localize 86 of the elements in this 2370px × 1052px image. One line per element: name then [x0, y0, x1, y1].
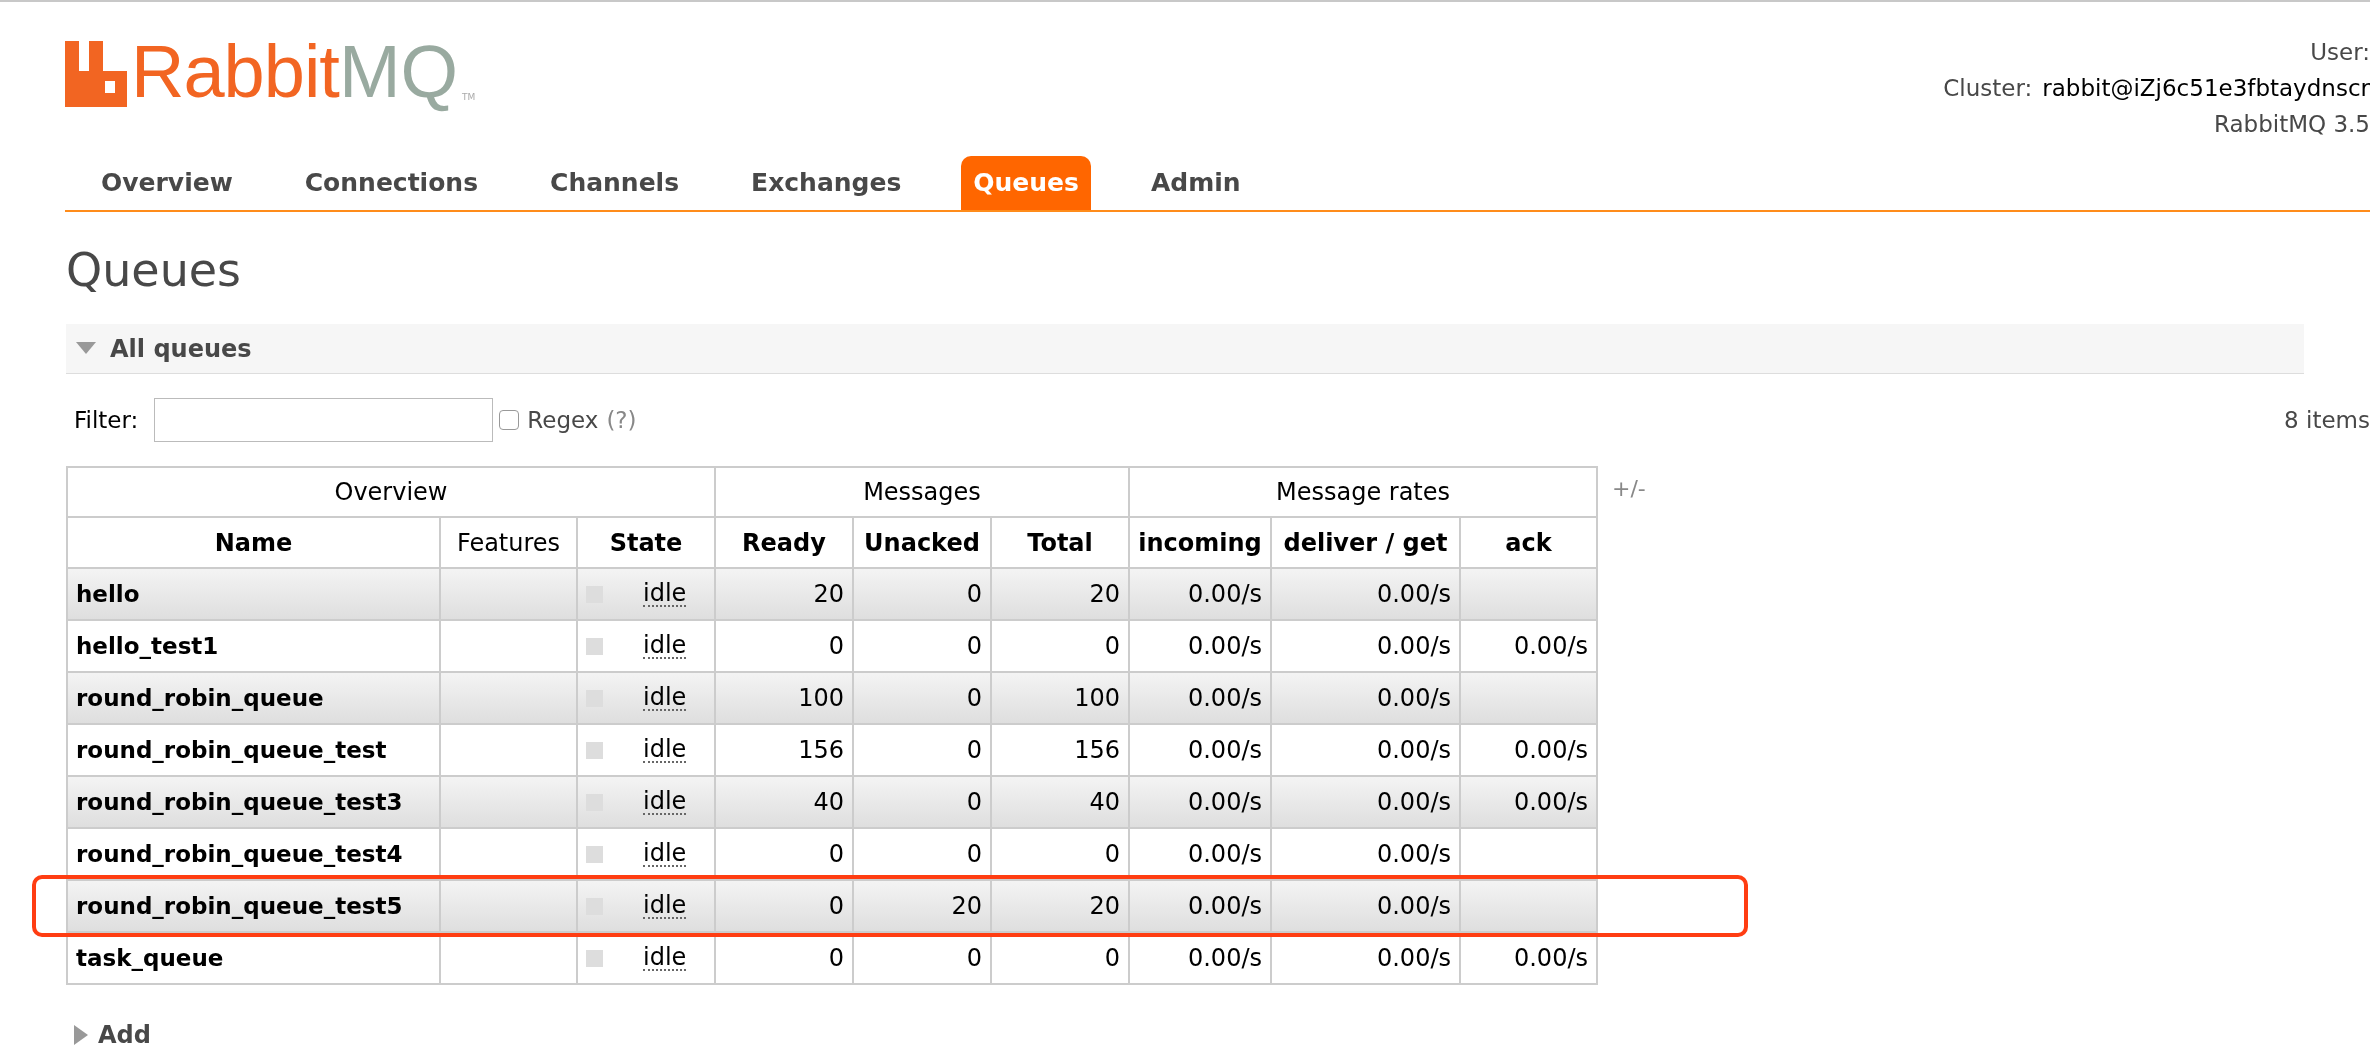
user-label: User:: [2310, 38, 2370, 67]
state-text: idle: [643, 633, 687, 659]
table-value: 0: [966, 684, 982, 712]
table-value: 0.00/s: [1376, 736, 1451, 764]
state-text: idle: [643, 737, 687, 763]
table-value: 0.00/s: [1376, 788, 1451, 816]
table-value: 20: [1089, 892, 1120, 920]
state-text: idle: [643, 893, 687, 919]
logo-text: Rabbit: [131, 32, 339, 112]
group-header: Message rates: [1129, 467, 1597, 517]
page-title: Queues: [66, 242, 243, 299]
table-value: 0.00/s: [1187, 892, 1262, 920]
table-value: 0.00/s: [1376, 632, 1451, 660]
state-text: idle: [643, 945, 687, 971]
triangle-icon: [74, 1025, 88, 1045]
table-value: 0: [1104, 944, 1120, 972]
table-value: 100: [1074, 684, 1120, 712]
table-value: 0: [966, 580, 982, 608]
table-value: 0: [966, 944, 982, 972]
table-value: 0: [966, 788, 982, 816]
table-value: 0: [828, 944, 844, 972]
nav-tab[interactable]: Exchanges: [739, 156, 914, 210]
state-square-icon: [586, 845, 603, 863]
table-value: 0.00/s: [1376, 840, 1451, 868]
section-title: Add: [98, 1020, 151, 1051]
queue-name[interactable]: hello: [76, 581, 140, 607]
table-value: 0.00/s: [1376, 892, 1451, 920]
table-value: 0.00/s: [1513, 736, 1588, 764]
table-value: 0: [828, 632, 844, 660]
table-value: 0: [828, 892, 844, 920]
state-square-icon: [586, 949, 603, 967]
group-header: Messages: [715, 467, 1129, 517]
table-value: 20: [813, 580, 844, 608]
state-square-icon: [586, 741, 603, 759]
table-value: 100: [798, 684, 844, 712]
cluster-name: rabbit@iZj6c51e3fbtaydnscr: [2042, 74, 2370, 103]
table-value: 40: [813, 788, 844, 816]
table-value: 0.00/s: [1513, 944, 1588, 972]
regex-label: Regex: [527, 405, 599, 435]
table-value: 0: [966, 736, 982, 764]
state-square-icon: [586, 637, 603, 655]
table-value: 0.00/s: [1376, 684, 1451, 712]
table-value: 0.00/s: [1187, 632, 1262, 660]
table-value: 20: [951, 892, 982, 920]
state-text: idle: [643, 685, 687, 711]
logo-icon: [65, 41, 127, 107]
table-value: 40: [1089, 788, 1120, 816]
table-value: 0: [966, 840, 982, 868]
column-toggle[interactable]: +/-: [1612, 472, 1646, 505]
table-value: 0.00/s: [1187, 788, 1262, 816]
table-value: 0.00/s: [1187, 580, 1262, 608]
nav-tab[interactable]: Admin: [1138, 156, 1253, 210]
table-value: 0.00/s: [1187, 840, 1262, 868]
table-value: 20: [1089, 580, 1120, 608]
nav-tab[interactable]: Overview: [89, 156, 245, 210]
item-count: 8 items: [2284, 405, 2370, 435]
filter-field[interactable]: [154, 398, 494, 442]
table-value: 0.00/s: [1187, 736, 1262, 764]
queue-name[interactable]: task_queue: [76, 945, 224, 971]
regex-checkbox[interactable]: [499, 410, 520, 430]
queue-name[interactable]: hello_test1: [76, 633, 219, 659]
nav-tab[interactable]: Channels: [538, 156, 692, 210]
table-value: 0.00/s: [1376, 944, 1451, 972]
help-link[interactable]: (?): [606, 402, 637, 438]
state-text: idle: [643, 581, 687, 607]
table-value: 156: [798, 736, 844, 764]
trademark: TM: [462, 90, 476, 104]
table-value: 0: [828, 840, 844, 868]
section-title: All queues: [110, 333, 252, 365]
state-text: idle: [643, 841, 687, 867]
table-value: 0: [1104, 840, 1120, 868]
version-text: RabbitMQ 3.5: [2214, 110, 2370, 139]
table-value: 0.00/s: [1187, 944, 1262, 972]
section-header[interactable]: All queues: [66, 324, 2304, 374]
table-value: 0.00/s: [1187, 684, 1262, 712]
table-value: 0: [966, 632, 982, 660]
cluster-label: Cluster:: [1943, 74, 2033, 103]
nav-tab[interactable]: Connections: [292, 156, 491, 210]
state-text: idle: [643, 789, 687, 815]
table-value: 0.00/s: [1513, 788, 1588, 816]
group-header: Overview: [67, 467, 715, 517]
table-value: 0.00/s: [1513, 632, 1588, 660]
table-value: 0: [1104, 632, 1120, 660]
filter-label: Filter:: [74, 405, 139, 435]
table-value: 0.00/s: [1376, 580, 1451, 608]
table-value: 156: [1074, 736, 1120, 764]
